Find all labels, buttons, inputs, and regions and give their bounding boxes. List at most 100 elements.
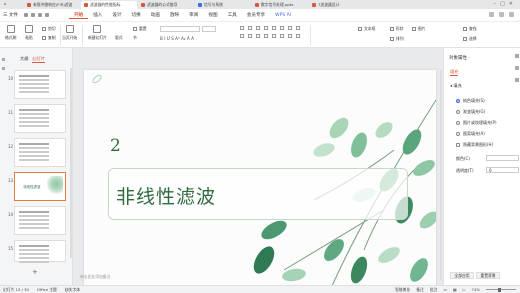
zoom-level[interactable]: 74%	[472, 287, 480, 292]
home-button[interactable]: ⌂	[4, 1, 18, 8]
slide-thumbnail[interactable]	[14, 70, 66, 99]
font-name-select[interactable]	[160, 26, 200, 32]
tab-fill[interactable]: 填充	[450, 69, 459, 76]
line-spacing-icon[interactable]	[272, 26, 276, 30]
play-from-current-button[interactable]: 当页开始	[62, 25, 77, 41]
zoom-slider[interactable]	[486, 287, 516, 292]
section-button[interactable]: 节	[133, 35, 137, 41]
outline-icon[interactable]	[2, 58, 5, 61]
radio-gradient-fill[interactable]: 渐变填充(G)	[456, 109, 485, 115]
menu-animation[interactable]: 动画	[146, 12, 165, 18]
align-left-icon[interactable]	[240, 34, 244, 38]
thumbnail-scrollbar[interactable]	[70, 68, 72, 258]
menu-tools[interactable]: 工具	[223, 12, 242, 18]
menu-member[interactable]: 会员专享	[242, 12, 270, 18]
slide-thumbnail[interactable]	[14, 138, 66, 167]
arrange-button[interactable]: 排列	[390, 36, 404, 42]
numbered-list-icon[interactable]	[248, 26, 252, 30]
properties-icon[interactable]	[515, 54, 519, 58]
font-size-select[interactable]	[202, 26, 216, 32]
slide-thumbnail[interactable]	[14, 206, 66, 235]
smart-beautify-button[interactable]: 智能美化	[395, 287, 410, 293]
window-controls[interactable]: –□✕	[494, 1, 517, 7]
distribute-icon[interactable]	[272, 34, 276, 38]
style-icon[interactable]	[515, 66, 519, 70]
indent-less-icon[interactable]	[256, 26, 260, 30]
slide-thumbnail[interactable]	[14, 240, 66, 262]
align-center-icon[interactable]	[248, 34, 252, 38]
copy-button[interactable]: 复制	[42, 35, 56, 41]
tab-doc-3[interactable]: 滤波器的公式推导	[138, 1, 194, 9]
comments-toggle[interactable]: 批注	[430, 287, 438, 293]
cloud-icon[interactable]	[489, 12, 494, 17]
select-button[interactable]: 选择	[463, 36, 477, 42]
wps-ai-button[interactable]: WPS AI	[270, 13, 296, 18]
tab-outline[interactable]: 大纲	[20, 56, 28, 63]
text-direction-icon[interactable]	[280, 26, 284, 30]
paste-button[interactable]: 粘贴	[25, 25, 33, 41]
align-top-icon[interactable]	[280, 34, 284, 38]
checkbox-hide-bg[interactable]: 隐藏背景图形(H)	[456, 142, 493, 148]
more-icon[interactable]	[509, 12, 514, 17]
view-grid-icon[interactable]: ▦	[453, 287, 457, 292]
transparency-input[interactable]: 0	[486, 167, 519, 173]
print-icon[interactable]	[30, 13, 35, 17]
justify-icon[interactable]	[264, 34, 268, 38]
slide-title[interactable]: 非线性滤波	[116, 182, 216, 209]
file-menu[interactable]: 三 文件	[3, 12, 18, 18]
view-normal-icon[interactable]: ▭	[443, 287, 447, 292]
picture-button[interactable]: 图片	[412, 26, 426, 32]
cut-button[interactable]: 剪切	[42, 26, 56, 32]
layout-button[interactable]: 版式	[115, 35, 123, 41]
notes-placeholder[interactable]: 单击此处添加备注	[80, 274, 110, 280]
play-icon[interactable]: ▷	[463, 287, 466, 292]
missing-font-indicator[interactable]: 缺失字体	[65, 287, 80, 293]
align-bottom-icon[interactable]	[296, 34, 300, 38]
notes-toggle[interactable]: 备注	[416, 287, 424, 293]
undo-icon[interactable]	[37, 13, 42, 17]
text-format-row[interactable]: B I U S A² A₂ A A	[160, 36, 194, 41]
align-middle-icon[interactable]	[288, 34, 292, 38]
tab-doc-2[interactable]: 滤波器的性能指标	[81, 0, 137, 9]
menu-slideshow[interactable]: 放映	[165, 12, 184, 18]
color-picker[interactable]	[486, 155, 519, 161]
tab-doc-6[interactable]: 7滤波器设计	[309, 1, 365, 9]
tab-doc-1[interactable]: 有限冲激响应(FIR)滤波	[24, 1, 80, 9]
fill-section-header[interactable]: ◂ 填充	[450, 83, 462, 89]
tab-slides[interactable]: 幻灯片	[32, 56, 45, 63]
redo-icon[interactable]	[44, 13, 49, 17]
align-right-icon[interactable]	[256, 34, 260, 38]
reset-background-button[interactable]: 重置背景	[476, 272, 500, 279]
tab-doc-4[interactable]: 信号与系统	[195, 1, 251, 9]
zoom-slider-thumb[interactable]	[498, 287, 501, 292]
apply-all-button[interactable]: 全部应用	[450, 272, 474, 279]
menu-home[interactable]: 开始	[68, 12, 89, 19]
menu-transition[interactable]: 切换	[127, 12, 146, 18]
indent-more-icon[interactable]	[264, 26, 268, 30]
menu-insert[interactable]: 插入	[88, 12, 107, 18]
tab-doc-5[interactable]: 数字信号处理.pptx	[252, 1, 308, 9]
current-slide[interactable]: 2 非线性滤波	[84, 70, 436, 293]
bullet-list-icon[interactable]	[240, 26, 244, 30]
menu-review[interactable]: 审阅	[184, 12, 203, 18]
section-number[interactable]: 2	[110, 136, 121, 156]
radio-pattern-fill[interactable]: 图案填充(A)	[456, 131, 485, 137]
thumbnail-icon[interactable]	[2, 67, 5, 70]
smartart-icon[interactable]	[296, 26, 300, 30]
textbox-button[interactable]: 文本框	[358, 26, 375, 32]
menu-design[interactable]: 设计	[107, 12, 126, 18]
reset-button[interactable]: 重置	[133, 26, 147, 32]
new-slide-button[interactable]: 新建幻灯片	[88, 25, 107, 41]
add-slide-button[interactable]: +	[32, 268, 38, 276]
menu-view[interactable]: 视图	[203, 12, 222, 18]
slide-thumbnail-selected[interactable]: 非线性滤波	[14, 172, 66, 201]
save-icon[interactable]	[23, 13, 28, 17]
shape-button[interactable]: 形状	[390, 26, 404, 32]
format-painter-button[interactable]: 格式刷	[5, 25, 16, 41]
radio-picture-fill[interactable]: 图片或纹理填充(P)	[456, 120, 497, 126]
slide-thumbnail[interactable]	[14, 104, 66, 133]
share-icon[interactable]	[499, 12, 504, 17]
find-button[interactable]: 查找	[463, 26, 477, 32]
columns-icon[interactable]	[288, 26, 292, 30]
radio-solid-fill[interactable]: 纯色填充(S)	[456, 98, 485, 104]
